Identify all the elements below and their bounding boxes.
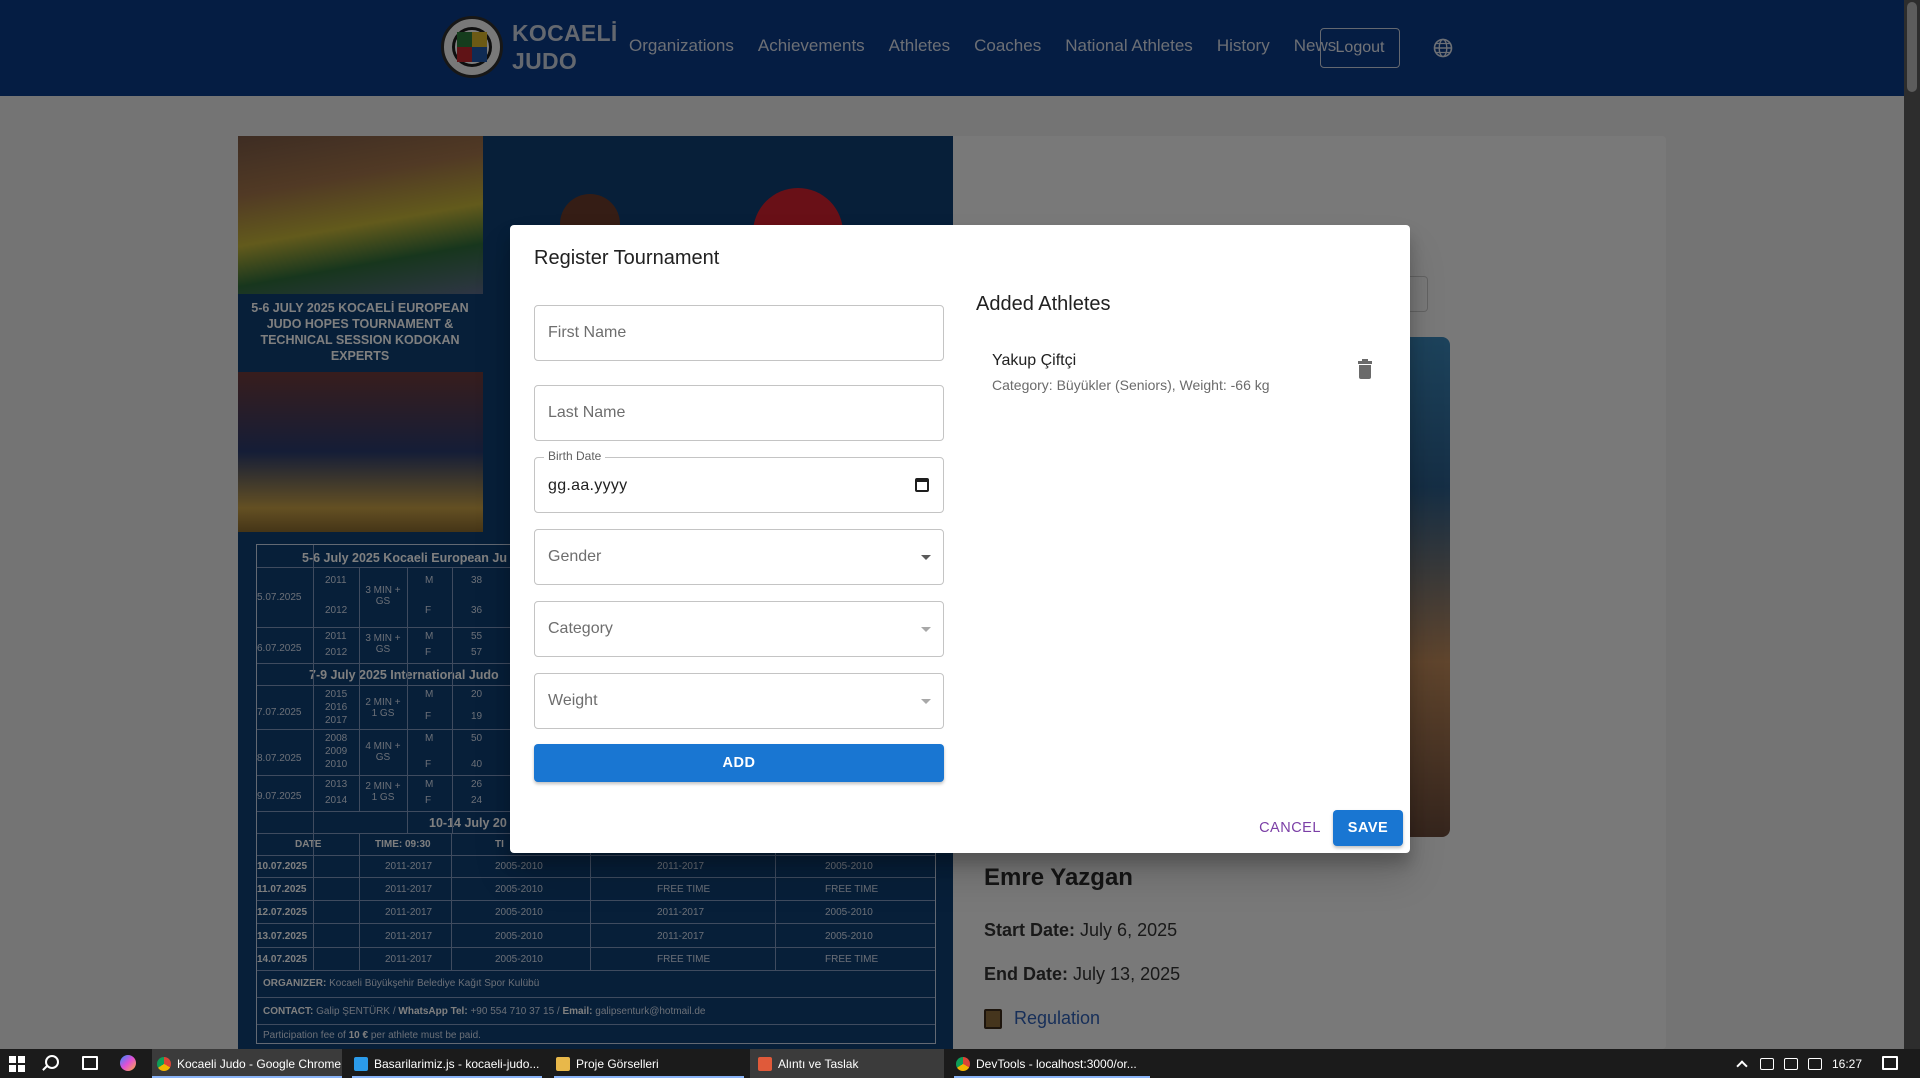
- birth-date-label: Birth Date: [544, 449, 606, 463]
- chevron-down-icon: [921, 555, 931, 560]
- system-tray: 16:27: [1736, 1049, 1862, 1078]
- calendar-icon[interactable]: [915, 478, 929, 492]
- birth-date-value: gg.aa.yyyy: [548, 477, 628, 494]
- taskbar-app-label: Proje Görselleri: [576, 1056, 659, 1071]
- clock-time[interactable]: 16:27: [1832, 1057, 1862, 1071]
- save-button[interactable]: SAVE: [1333, 810, 1403, 846]
- trash-icon[interactable]: [1358, 359, 1372, 379]
- battery-icon[interactable]: [1784, 1057, 1798, 1070]
- wifi-icon[interactable]: [1760, 1057, 1774, 1070]
- windows-start-icon[interactable]: [9, 1056, 25, 1072]
- taskbar-app-label: Kocaeli Judo - Google Chrome: [177, 1056, 342, 1071]
- windows-taskbar: Kocaeli Judo - Google Chrome Basarilarim…: [0, 1049, 1920, 1078]
- chrome-icon: [956, 1056, 970, 1071]
- taskbar-app-label: Basarilarimiz.js - kocaeli-judo...: [374, 1056, 540, 1071]
- taskbar-app-vscode[interactable]: Basarilarimiz.js - kocaeli-judo...: [352, 1049, 542, 1078]
- chevron-down-icon: [921, 699, 931, 704]
- cancel-button[interactable]: CANCEL: [1250, 810, 1330, 846]
- dialog-title: Register Tournament: [534, 247, 720, 269]
- taskbar-app-snip[interactable]: Alıntı ve Taslak: [750, 1049, 944, 1078]
- weight-select[interactable]: Weight: [534, 673, 944, 729]
- added-athletes-title: Added Athletes: [976, 293, 1111, 315]
- taskbar-app-chrome[interactable]: Kocaeli Judo - Google Chrome: [152, 1049, 342, 1078]
- page-scrollbar[interactable]: [1904, 0, 1920, 1049]
- taskbar-app-label: Alıntı ve Taslak: [778, 1056, 859, 1071]
- volume-icon[interactable]: [1808, 1057, 1822, 1070]
- chevron-down-icon: [921, 627, 931, 632]
- last-name-field[interactable]: Last Name: [534, 385, 944, 441]
- chevron-up-icon[interactable]: [1736, 1060, 1748, 1072]
- weight-placeholder: Weight: [548, 692, 598, 709]
- first-name-placeholder: First Name: [548, 324, 627, 341]
- list-item: Yakup Çiftçi Category: Büyükler (Seniors…: [976, 345, 1386, 405]
- taskbar-app-label: DevTools - localhost:3000/or...: [976, 1056, 1137, 1071]
- task-view-icon[interactable]: [82, 1056, 98, 1070]
- category-placeholder: Category: [548, 620, 613, 637]
- chrome-icon: [157, 1056, 171, 1071]
- search-icon[interactable]: [45, 1055, 59, 1069]
- gender-placeholder: Gender: [548, 548, 602, 565]
- taskbar-app-devtools[interactable]: DevTools - localhost:3000/or...: [954, 1049, 1150, 1078]
- folder-icon: [556, 1056, 570, 1071]
- last-name-placeholder: Last Name: [548, 404, 626, 421]
- category-select[interactable]: Category: [534, 601, 944, 657]
- add-athlete-button[interactable]: ADD: [534, 744, 944, 782]
- notification-icon[interactable]: [1882, 1056, 1898, 1070]
- copilot-icon[interactable]: [120, 1055, 136, 1071]
- first-name-field[interactable]: First Name: [534, 305, 944, 361]
- taskbar-app-folder[interactable]: Proje Görselleri: [554, 1049, 744, 1078]
- register-tournament-dialog: Register Tournament First Name Last Name…: [510, 225, 1410, 853]
- birth-date-field[interactable]: Birth Date gg.aa.yyyy: [534, 449, 944, 513]
- scrollbar-thumb[interactable]: [1907, 2, 1917, 92]
- snip-icon: [758, 1056, 772, 1071]
- vscode-icon: [354, 1056, 368, 1071]
- athlete-name: Yakup Çiftçi: [992, 352, 1077, 369]
- athlete-detail: Category: Büyükler (Seniors), Weight: -6…: [992, 377, 1270, 393]
- gender-select[interactable]: Gender: [534, 529, 944, 585]
